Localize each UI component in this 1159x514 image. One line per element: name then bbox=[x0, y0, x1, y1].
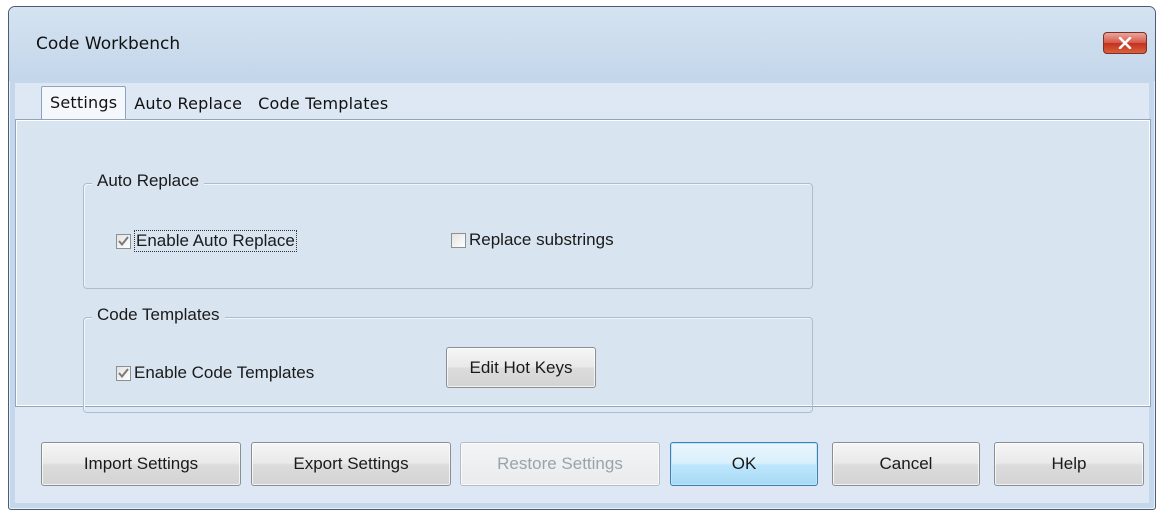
export-settings-button[interactable]: Export Settings bbox=[251, 442, 451, 486]
auto-replace-groupbox: Auto Replace Enable Auto Replace Replace… bbox=[83, 171, 813, 289]
replace-substrings-checkbox[interactable] bbox=[451, 232, 466, 248]
help-button[interactable]: Help bbox=[994, 442, 1144, 486]
title-bar[interactable]: Code Workbench bbox=[9, 7, 1155, 81]
edit-hot-keys-button[interactable]: Edit Hot Keys bbox=[446, 347, 596, 388]
code-workbench-window: Code Workbench Settings Auto Replace Cod… bbox=[8, 6, 1156, 510]
auto-replace-group-label: Auto Replace bbox=[92, 171, 205, 191]
restore-settings-button[interactable]: Restore Settings bbox=[460, 442, 660, 486]
checkmark-icon bbox=[118, 236, 129, 246]
cancel-button[interactable]: Cancel bbox=[832, 442, 980, 486]
code-templates-group-label: Code Templates bbox=[92, 305, 225, 325]
tab-auto-replace[interactable]: Auto Replace bbox=[126, 88, 250, 119]
checkmark-icon bbox=[118, 368, 129, 378]
window-title: Code Workbench bbox=[36, 34, 181, 54]
replace-substrings-label: Replace substrings bbox=[469, 230, 614, 249]
enable-auto-replace-checkbox-row[interactable]: Enable Auto Replace bbox=[116, 230, 297, 252]
tab-code-templates[interactable]: Code Templates bbox=[250, 88, 396, 119]
tab-settings[interactable]: Settings bbox=[41, 86, 127, 119]
settings-tab-panel: Auto Replace Enable Auto Replace Replace… bbox=[15, 119, 1151, 413]
enable-code-templates-checkbox[interactable] bbox=[116, 365, 131, 381]
replace-substrings-checkbox-row[interactable]: Replace substrings bbox=[451, 230, 614, 250]
enable-code-templates-label: Enable Code Templates bbox=[134, 363, 315, 382]
close-icon bbox=[1118, 37, 1132, 49]
code-templates-groupbox: Code Templates Enable Code Templates Edi… bbox=[83, 305, 813, 413]
enable-auto-replace-label: Enable Auto Replace bbox=[134, 230, 297, 252]
tab-strip: Settings Auto Replace Code Templates bbox=[41, 86, 396, 119]
dialog-client-area: Settings Auto Replace Code Templates Aut… bbox=[15, 83, 1151, 503]
close-button[interactable] bbox=[1103, 32, 1147, 54]
ok-button[interactable]: OK bbox=[670, 442, 818, 486]
import-settings-button[interactable]: Import Settings bbox=[41, 442, 241, 486]
enable-auto-replace-checkbox[interactable] bbox=[116, 233, 131, 249]
enable-code-templates-checkbox-row[interactable]: Enable Code Templates bbox=[116, 363, 314, 383]
